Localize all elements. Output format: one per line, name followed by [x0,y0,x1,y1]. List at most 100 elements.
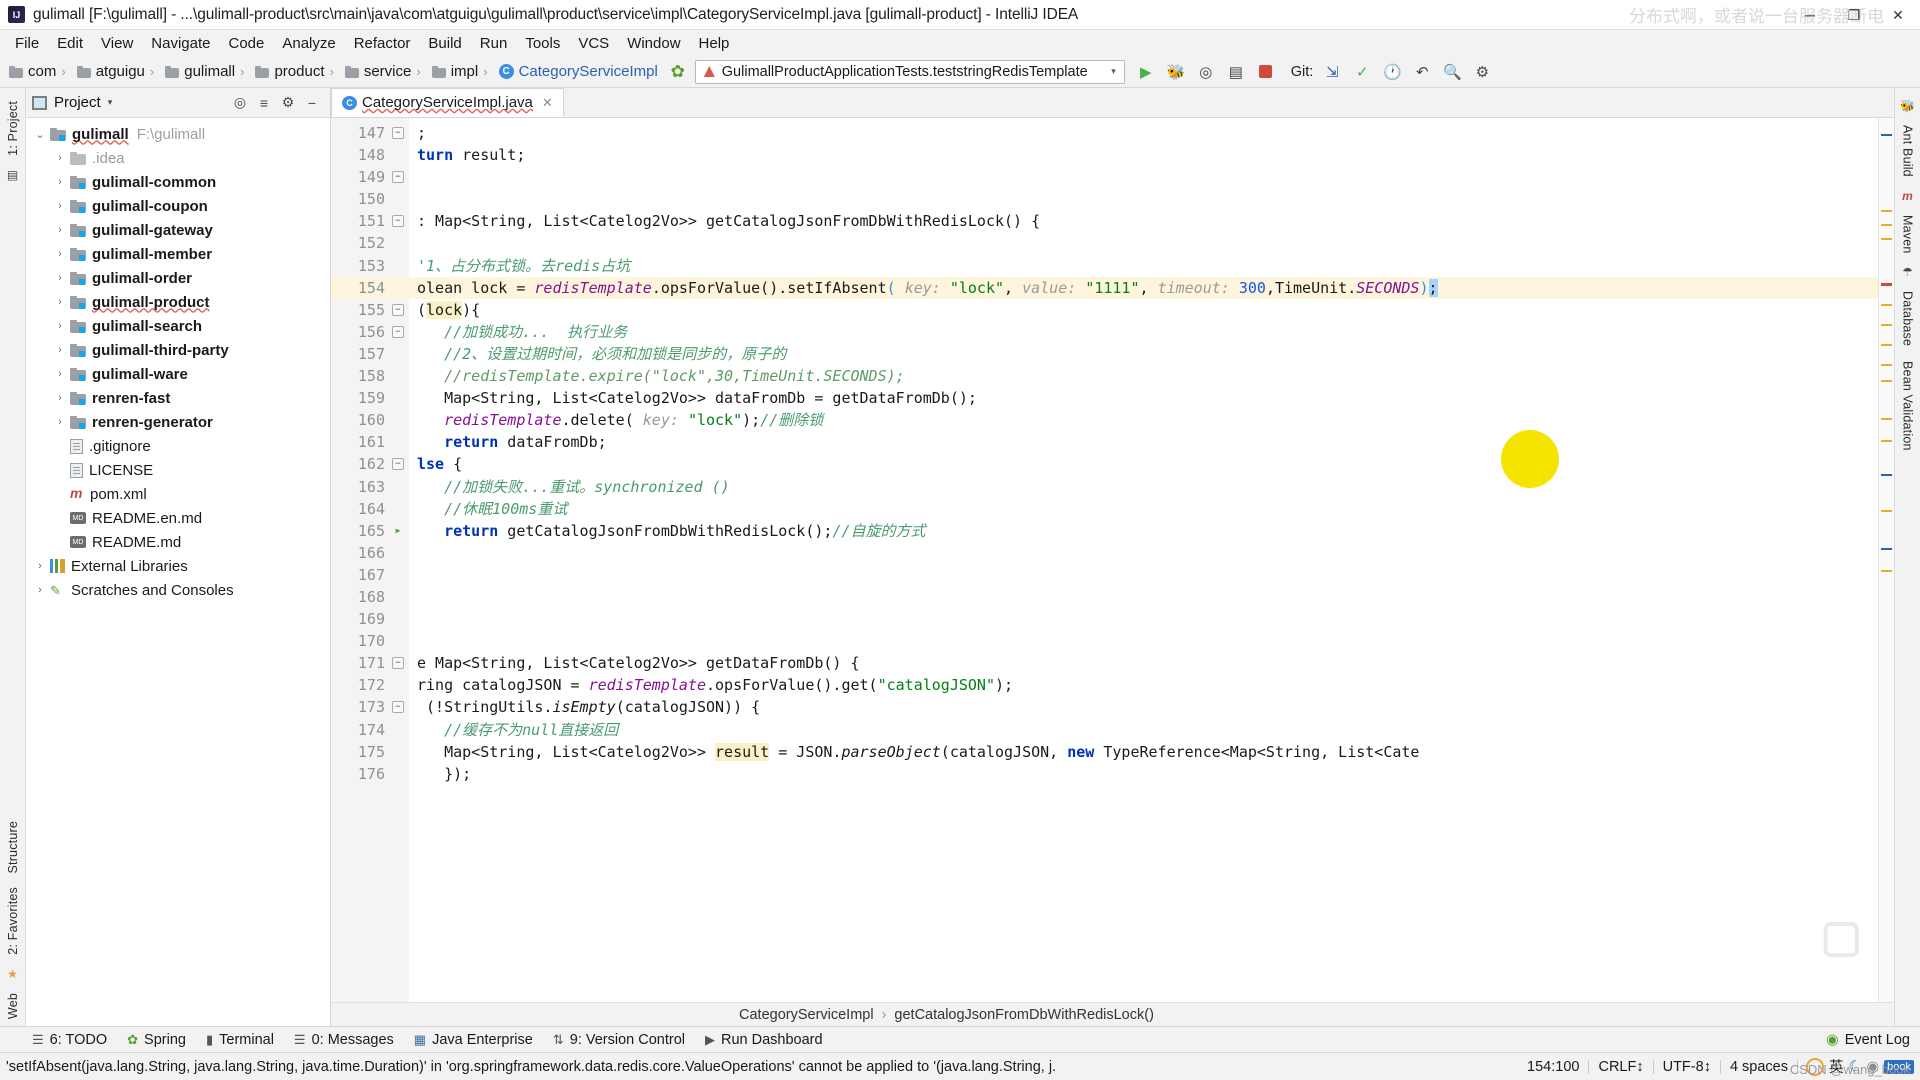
run-configuration-selector[interactable]: GulimallProductApplicationTests.teststri… [694,59,1125,84]
tree-item-gitignore[interactable]: .gitignore [26,434,330,458]
rail-item-database[interactable]: Database [1901,284,1915,353]
file-encoding[interactable]: UTF-8↕ [1654,1059,1720,1075]
chevron-right-icon[interactable]: › [50,344,70,356]
tree-item-gulimall-order[interactable]: › gulimall-order [26,266,330,290]
tree-item-gulimall-product[interactable]: › gulimall-product [26,290,330,314]
tree-item-idea[interactable]: › .idea [26,146,330,170]
chevron-right-icon[interactable]: › [50,224,70,236]
chevron-right-icon[interactable]: › [50,320,70,332]
tree-item-gulimall-coupon[interactable]: › gulimall-coupon [26,194,330,218]
run-with-coverage-button[interactable]: ◎ [1191,58,1221,86]
breadcrumb-item-product[interactable]: product › [252,62,341,81]
breadcrumb-item-atguigu[interactable]: atguigu › [74,62,163,81]
menu-refactor[interactable]: Refactor [345,33,420,54]
search-everywhere-icon[interactable]: 🔍 [1437,58,1467,86]
tool-window-todo[interactable]: ☰ 6: TODO [32,1032,107,1048]
git-history-icon[interactable]: 🕐 [1377,58,1407,86]
chevron-right-icon[interactable]: › [50,296,70,308]
tree-item-license[interactable]: LICENSE [26,458,330,482]
menu-navigate[interactable]: Navigate [142,33,219,54]
tree-item-gulimall-member[interactable]: › gulimall-member [26,242,330,266]
close-button[interactable]: ✕ [1876,0,1920,30]
spring-leaf-icon[interactable]: ✿ [667,62,689,82]
rail-item-web[interactable]: Web [6,986,20,1026]
rail-item-favorites[interactable]: 2: Favorites [6,880,20,962]
tool-window-messages[interactable]: ☰ 0: Messages [294,1032,394,1048]
maximize-button[interactable]: ❐ [1832,0,1876,30]
profiler-button[interactable]: ▤ [1221,58,1251,86]
chevron-right-icon[interactable]: › [30,584,50,596]
editor-marker-rail[interactable] [1878,118,1894,1002]
gear-icon[interactable]: ⚙ [276,94,300,111]
editor-breadcrumb-method[interactable]: getCatalogJsonFromDbWithRedisLock() [894,1007,1154,1023]
chevron-right-icon[interactable]: › [50,200,70,212]
menu-window[interactable]: Window [618,33,689,54]
menu-file[interactable]: File [6,33,48,54]
menu-view[interactable]: View [92,33,142,54]
tree-item-readme-md[interactable]: MD README.md [26,530,330,554]
menu-help[interactable]: Help [690,33,739,54]
chevron-right-icon[interactable]: › [30,560,50,572]
chevron-right-icon[interactable]: › [50,176,70,188]
tree-item-gulimall-ware[interactable]: › gulimall-ware [26,362,330,386]
breadcrumb-item-com[interactable]: com › [6,62,74,81]
run-button[interactable]: ▶ [1131,58,1161,86]
editor-viewport[interactable]: 147− 148 149− 150 151− 152 153 154 155− … [331,118,1894,1002]
code-text-area[interactable]: ; turn result; : Map<String, List<Catelo… [409,118,1894,1002]
git-update-icon[interactable]: ⇲ [1317,58,1347,86]
menu-analyze[interactable]: Analyze [273,33,344,54]
tree-item-pom-xml[interactable]: m pom.xml [26,482,330,506]
tree-item-gulimall-search[interactable]: › gulimall-search [26,314,330,338]
rail-item-maven[interactable]: Maven [1901,208,1915,261]
git-rollback-icon[interactable]: ↶ [1407,58,1437,86]
tree-item-gulimall[interactable]: ⌄ gulimall F:\gulimall [26,122,330,146]
menu-vcs[interactable]: VCS [569,33,618,54]
rail-item-ant-build[interactable]: Ant Build [1901,118,1915,184]
chevron-right-icon[interactable]: › [50,416,70,428]
breadcrumb-item-categoryserviceimpl[interactable]: C CategoryServiceImpl [496,62,661,81]
chevron-right-icon[interactable]: › [50,272,70,284]
breadcrumb-item-gulimall[interactable]: gulimall › [162,62,252,81]
menu-edit[interactable]: Edit [48,33,92,54]
chevron-right-icon[interactable]: › [50,392,70,404]
tool-window-java-enterprise[interactable]: ▦ Java Enterprise [414,1032,533,1048]
tool-window-run-dashboard[interactable]: ▶ Run Dashboard [705,1032,823,1048]
chevron-right-icon[interactable]: › [50,368,70,380]
git-commit-icon[interactable]: ✓ [1347,58,1377,86]
tree-item-renren-fast[interactable]: › renren-fast [26,386,330,410]
close-icon[interactable]: ✕ [542,95,553,111]
rail-item-bean-validation[interactable]: Bean Validation [1901,354,1915,458]
rail-item-project[interactable]: 1: Project [6,94,20,163]
caret-position[interactable]: 154:100 [1518,1059,1588,1075]
tree-item-external-libraries[interactable]: › External Libraries [26,554,330,578]
collapse-all-icon[interactable]: ≡ [252,95,276,111]
rail-item-structure[interactable]: Structure [6,814,20,881]
event-log-button[interactable]: ◉ Event Log [1826,1032,1920,1048]
debug-button[interactable]: 🐝 [1161,58,1191,86]
tree-item-gulimall-third-party[interactable]: › gulimall-third-party [26,338,330,362]
tree-item-scratches-and-consoles[interactable]: › ✎ Scratches and Consoles [26,578,330,602]
chevron-right-icon[interactable]: › [50,152,70,164]
menu-run[interactable]: Run [471,33,517,54]
hide-icon[interactable]: − [300,95,324,111]
chevron-down-icon[interactable]: ▾ [108,97,113,108]
chevron-right-icon[interactable]: › [50,248,70,260]
line-separator[interactable]: CRLF↕ [1589,1059,1652,1075]
tree-item-readme-en-md[interactable]: MD README.en.md [26,506,330,530]
editor-gutter[interactable]: 147− 148 149− 150 151− 152 153 154 155− … [331,118,409,1002]
breadcrumb-item-service[interactable]: service › [342,62,429,81]
tree-item-renren-generator[interactable]: › renren-generator [26,410,330,434]
tool-window-terminal[interactable]: ▮ Terminal [206,1032,274,1048]
menu-build[interactable]: Build [419,33,470,54]
editor-tab-categoryserviceimpl[interactable]: C CategoryServiceImpl.java ✕ [331,88,564,117]
locate-icon[interactable]: ◎ [228,94,252,111]
gear-icon[interactable]: ⚙ [1467,58,1497,86]
tool-window-spring[interactable]: ✿ Spring [127,1032,186,1048]
tree-item-gulimall-gateway[interactable]: › gulimall-gateway [26,218,330,242]
minimize-button[interactable]: ─ [1788,0,1832,30]
menu-tools[interactable]: Tools [516,33,569,54]
chevron-down-icon[interactable]: ⌄ [30,128,50,141]
editor-breadcrumb-class[interactable]: CategoryServiceImpl [739,1007,874,1023]
stop-button[interactable] [1251,58,1281,86]
indent-setting[interactable]: 4 spaces [1721,1059,1797,1075]
